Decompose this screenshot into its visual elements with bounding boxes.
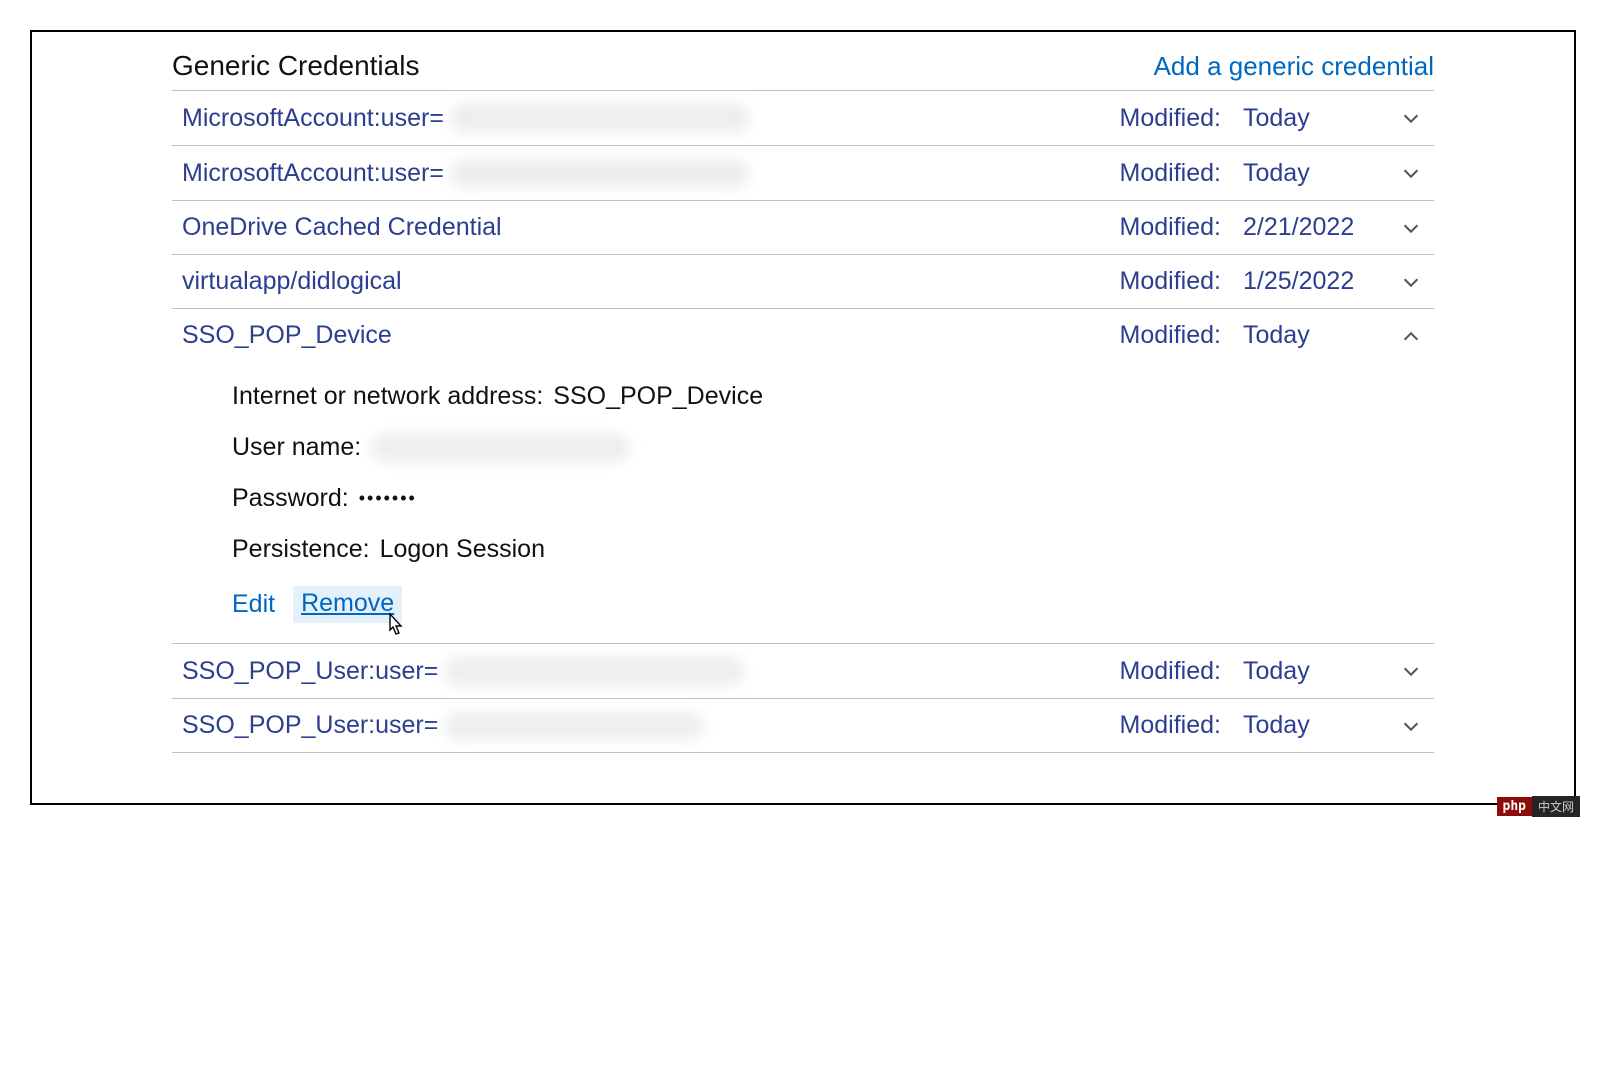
modified-value: 2/21/2022 xyxy=(1243,213,1368,242)
credential-name: MicrosoftAccount:user= xyxy=(182,103,1110,133)
chevron-up-icon[interactable] xyxy=(1398,323,1424,349)
modified-label: Modified: xyxy=(1120,657,1221,686)
detail-persistence: Persistence: Logon Session xyxy=(232,535,1424,564)
chevron-down-icon[interactable] xyxy=(1398,105,1424,131)
modified-label: Modified: xyxy=(1120,159,1221,188)
redacted-value xyxy=(371,434,631,462)
credential-name: OneDrive Cached Credential xyxy=(182,213,1110,242)
detail-address: Internet or network address: SSO_POP_Dev… xyxy=(232,382,1424,411)
watermark-left: php xyxy=(1497,797,1532,816)
credential-name-text: SSO_POP_User:user= xyxy=(182,711,438,740)
redacted-value xyxy=(444,656,744,686)
credential-name-text: SSO_POP_User:user= xyxy=(182,657,438,686)
credential-name: SSO_POP_Device xyxy=(182,321,1110,350)
chevron-down-icon[interactable] xyxy=(1398,658,1424,684)
detail-password-label: Password: xyxy=(232,484,349,513)
detail-actions: Edit Remove xyxy=(232,586,1424,623)
modified-value: Today xyxy=(1243,321,1368,350)
section-header: Generic Credentials Add a generic creden… xyxy=(172,50,1434,90)
modified-value: Today xyxy=(1243,159,1368,188)
credential-name: SSO_POP_User:user= xyxy=(182,656,1110,686)
modified-label: Modified: xyxy=(1120,711,1221,740)
detail-address-label: Internet or network address: xyxy=(232,382,543,411)
modified-label: Modified: xyxy=(1120,104,1221,133)
credential-manager-panel: Generic Credentials Add a generic creden… xyxy=(30,30,1576,805)
credential-name-text: SSO_POP_Device xyxy=(182,321,392,350)
chevron-down-icon[interactable] xyxy=(1398,215,1424,241)
credential-row[interactable]: MicrosoftAccount:user= Modified: Today xyxy=(172,145,1434,200)
credential-row[interactable]: MicrosoftAccount:user= Modified: Today xyxy=(172,90,1434,145)
modified-value: Today xyxy=(1243,657,1368,686)
watermark-right: 中文网 xyxy=(1532,796,1580,817)
detail-username-label: User name: xyxy=(232,433,361,462)
credential-row-expanded[interactable]: SSO_POP_Device Modified: Today xyxy=(172,308,1434,362)
redacted-value xyxy=(450,103,750,133)
credential-name-text: MicrosoftAccount:user= xyxy=(182,159,444,188)
credential-name-text: virtualapp/didlogical xyxy=(182,267,402,296)
modified-value: Today xyxy=(1243,104,1368,133)
chevron-down-icon[interactable] xyxy=(1398,713,1424,739)
modified-value: 1/25/2022 xyxy=(1243,267,1368,296)
credential-name: SSO_POP_User:user= xyxy=(182,711,1110,740)
credential-row[interactable]: OneDrive Cached Credential Modified: 2/2… xyxy=(172,200,1434,254)
detail-password: Password: ••••••• xyxy=(232,484,1424,513)
modified-label: Modified: xyxy=(1120,267,1221,296)
redacted-value xyxy=(450,158,750,188)
credential-list: MicrosoftAccount:user= Modified: Today M… xyxy=(172,90,1434,753)
credential-row[interactable]: SSO_POP_User:user= Modified: Today xyxy=(172,643,1434,698)
detail-password-value: ••••••• xyxy=(359,488,417,509)
section-title: Generic Credentials xyxy=(172,50,419,82)
credential-name: virtualapp/didlogical xyxy=(182,267,1110,296)
credential-name-text: OneDrive Cached Credential xyxy=(182,213,502,242)
credential-row[interactable]: virtualapp/didlogical Modified: 1/25/202… xyxy=(172,254,1434,308)
chevron-down-icon[interactable] xyxy=(1398,269,1424,295)
edit-link[interactable]: Edit xyxy=(232,590,275,619)
detail-persistence-label: Persistence: xyxy=(232,535,370,564)
modified-label: Modified: xyxy=(1120,213,1221,242)
chevron-down-icon[interactable] xyxy=(1398,160,1424,186)
credential-row[interactable]: SSO_POP_User:user= Modified: Today xyxy=(172,698,1434,753)
watermark: php 中文网 xyxy=(1497,796,1581,817)
detail-persistence-value: Logon Session xyxy=(380,535,545,564)
add-generic-credential-link[interactable]: Add a generic credential xyxy=(1154,51,1434,82)
credential-name: MicrosoftAccount:user= xyxy=(182,158,1110,188)
detail-address-value: SSO_POP_Device xyxy=(553,382,763,411)
redacted-value xyxy=(444,712,704,740)
credential-name-text: MicrosoftAccount:user= xyxy=(182,104,444,133)
modified-label: Modified: xyxy=(1120,321,1221,350)
detail-username: User name: xyxy=(232,433,1424,462)
remove-link[interactable]: Remove xyxy=(293,586,402,623)
modified-value: Today xyxy=(1243,711,1368,740)
credential-detail-panel: Internet or network address: SSO_POP_Dev… xyxy=(172,362,1434,643)
